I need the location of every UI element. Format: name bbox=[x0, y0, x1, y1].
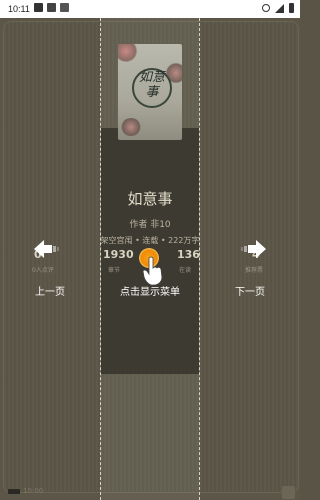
plum-blossom-decoration bbox=[120, 118, 142, 136]
reading-count-label: 在读 bbox=[179, 267, 192, 274]
notification-icon bbox=[34, 3, 43, 12]
battery-icon bbox=[289, 3, 294, 13]
chapter-count: 1930 bbox=[103, 248, 134, 261]
reading-count: 136 bbox=[177, 248, 200, 261]
right-arrow-icon bbox=[241, 240, 266, 258]
left-arrow-icon bbox=[34, 240, 59, 258]
prev-page-button[interactable]: 上一页 bbox=[0, 283, 100, 298]
reader-footer: 10:00 bbox=[8, 487, 43, 495]
status-bar: 10:11 bbox=[0, 0, 300, 18]
next-page-button[interactable]: 下一页 bbox=[200, 283, 300, 298]
reader-page[interactable]: 如意事 如意事 作者 非10 架空宫闱 • 连载 • 222万字 0 0人点评 … bbox=[0, 18, 300, 500]
hand-pointer-icon bbox=[142, 256, 163, 286]
recommend-ticket-label: 推荐票 bbox=[245, 267, 264, 274]
book-cover: 如意事 bbox=[118, 44, 182, 140]
signal-icon bbox=[275, 3, 284, 13]
do-not-disturb-icon bbox=[262, 4, 270, 12]
menu-corner-icon bbox=[282, 486, 295, 499]
cover-title: 如意事 bbox=[138, 70, 165, 100]
rating-count-label: 0人点评 bbox=[32, 267, 54, 274]
show-menu-button[interactable]: 点击显示菜单 bbox=[100, 283, 200, 298]
plum-blossom-decoration bbox=[118, 44, 138, 62]
chapter-count-label: 章节 bbox=[108, 267, 121, 274]
book-meta: 架空宫闱 • 连载 • 222万字 bbox=[100, 236, 200, 245]
status-time: 10:11 bbox=[8, 4, 30, 14]
battery-icon bbox=[8, 488, 20, 494]
download-icon bbox=[60, 3, 69, 12]
image-icon bbox=[47, 3, 56, 12]
book-author: 作者 非10 bbox=[129, 220, 171, 230]
book-title: 如意事 bbox=[127, 190, 173, 208]
footer-time: 10:00 bbox=[23, 487, 44, 495]
